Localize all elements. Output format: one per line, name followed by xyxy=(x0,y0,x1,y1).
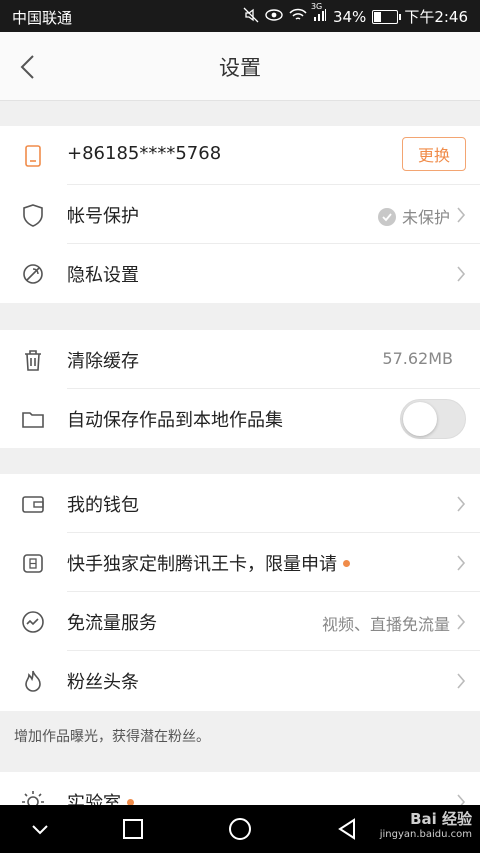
chevron-right-icon xyxy=(456,207,466,223)
wallet-row[interactable]: 我的钱包 xyxy=(0,474,480,533)
check-icon xyxy=(377,207,396,226)
king-card-row[interactable]: 快手独家定制腾讯王卡，限量申请 xyxy=(0,533,480,592)
lab-section: 实验室 xyxy=(0,772,480,805)
watermark-brand: Bai 经验 xyxy=(410,810,472,828)
lab-text: 实验室 xyxy=(67,793,121,805)
chevron-down-icon xyxy=(32,825,48,835)
clear-cache-label: 清除缓存 xyxy=(67,351,139,372)
nav-recents-button[interactable] xyxy=(121,817,145,841)
autosave-row: 自动保存作品到本地作品集 xyxy=(0,389,480,448)
storage-section: 清除缓存 57.62MB 自动保存作品到本地作品集 xyxy=(0,330,480,448)
chevron-right-icon xyxy=(456,673,466,689)
trash-icon xyxy=(20,347,46,373)
baidu-watermark: Bai 经验 jingyan.baidu.com xyxy=(380,811,472,843)
fans-headline-row[interactable]: 粉丝头条 xyxy=(0,651,480,710)
free-flow-value: 视频、直播免流量 xyxy=(321,615,450,634)
free-flow-label: 免流量服务 xyxy=(67,613,157,634)
square-icon xyxy=(123,819,143,839)
clock: 下午2:46 xyxy=(404,8,468,26)
wifi-icon xyxy=(289,8,307,26)
phone-number: +86185****5768 xyxy=(67,143,222,164)
wallet-label: 我的钱包 xyxy=(67,495,139,516)
pulse-icon xyxy=(20,609,46,635)
lab-row[interactable]: 实验室 xyxy=(0,772,480,805)
cache-size: 57.62MB xyxy=(382,349,453,368)
chevron-right-icon xyxy=(456,496,466,512)
battery-icon xyxy=(372,9,402,24)
flame-icon xyxy=(20,668,46,694)
triangle-back-icon xyxy=(338,818,355,840)
network-type: 3G xyxy=(310,1,323,11)
account-protection-label: 帐号保护 xyxy=(67,206,139,227)
shield-icon xyxy=(20,202,46,228)
status-icons: 3G 34% 下午2:46 xyxy=(243,2,468,27)
services-section: 我的钱包 快手独家定制腾讯王卡，限量申请 免流量服务 视频、直播免流量 粉丝头条 xyxy=(0,474,480,711)
king-card-label: 快手独家定制腾讯王卡，限量申请 xyxy=(67,550,350,576)
privacy-icon xyxy=(20,261,46,287)
nav-home-button[interactable] xyxy=(228,817,252,841)
lab-label: 实验室 xyxy=(67,789,134,805)
folder-icon xyxy=(20,406,46,432)
chevron-right-icon xyxy=(456,794,466,805)
protection-status: 未保护 xyxy=(377,204,450,228)
eye-icon xyxy=(265,8,283,26)
top-app-bar: 设置 xyxy=(0,32,480,101)
page-title: 设置 xyxy=(219,56,261,80)
chevron-right-icon xyxy=(456,266,466,282)
clear-cache-row[interactable]: 清除缓存 57.62MB xyxy=(0,330,480,389)
signal-icon: 3G xyxy=(311,2,327,26)
phone-row: +86185****5768 更换 xyxy=(0,126,480,185)
battery-fill xyxy=(374,11,382,22)
system-nav-bar: Bai 经验 jingyan.baidu.com xyxy=(0,805,480,853)
privacy-settings-row[interactable]: 隐私设置 xyxy=(0,244,480,303)
free-flow-row[interactable]: 免流量服务 视频、直播免流量 xyxy=(0,592,480,651)
king-card-text: 快手独家定制腾讯王卡，限量申请 xyxy=(67,554,337,575)
protection-status-text: 未保护 xyxy=(401,208,450,227)
battery-percent: 34% xyxy=(332,7,367,26)
autosave-toggle[interactable] xyxy=(400,399,466,439)
autosave-label: 自动保存作品到本地作品集 xyxy=(67,410,283,431)
mute-icon xyxy=(243,7,259,27)
phone-icon xyxy=(20,143,46,169)
circle-icon xyxy=(229,818,251,840)
nav-back-button[interactable] xyxy=(335,817,359,841)
wallet-icon xyxy=(20,491,46,517)
carrier-name: 中国联通 xyxy=(12,9,73,27)
account-protection-row[interactable]: 帐号保护 未保护 xyxy=(0,185,480,244)
chevron-right-icon xyxy=(456,555,466,571)
fans-headline-hint: 增加作品曝光，获得潜在粉丝。 xyxy=(14,729,210,745)
sim-card-icon xyxy=(20,550,46,576)
sun-icon xyxy=(20,789,46,805)
nav-hide-button[interactable] xyxy=(28,817,52,841)
status-bar: 中国联通 3G 34% 下午2:46 xyxy=(0,0,480,32)
new-badge-dot xyxy=(343,559,350,567)
privacy-settings-label: 隐私设置 xyxy=(67,265,139,286)
watermark-url: jingyan.baidu.com xyxy=(379,829,472,840)
fans-headline-label: 粉丝头条 xyxy=(67,672,139,693)
change-phone-button[interactable]: 更换 xyxy=(402,137,466,171)
chevron-right-icon xyxy=(456,614,466,630)
account-section: +86185****5768 更换 帐号保护 未保护 隐私设置 xyxy=(0,126,480,303)
toggle-knob xyxy=(403,402,437,436)
